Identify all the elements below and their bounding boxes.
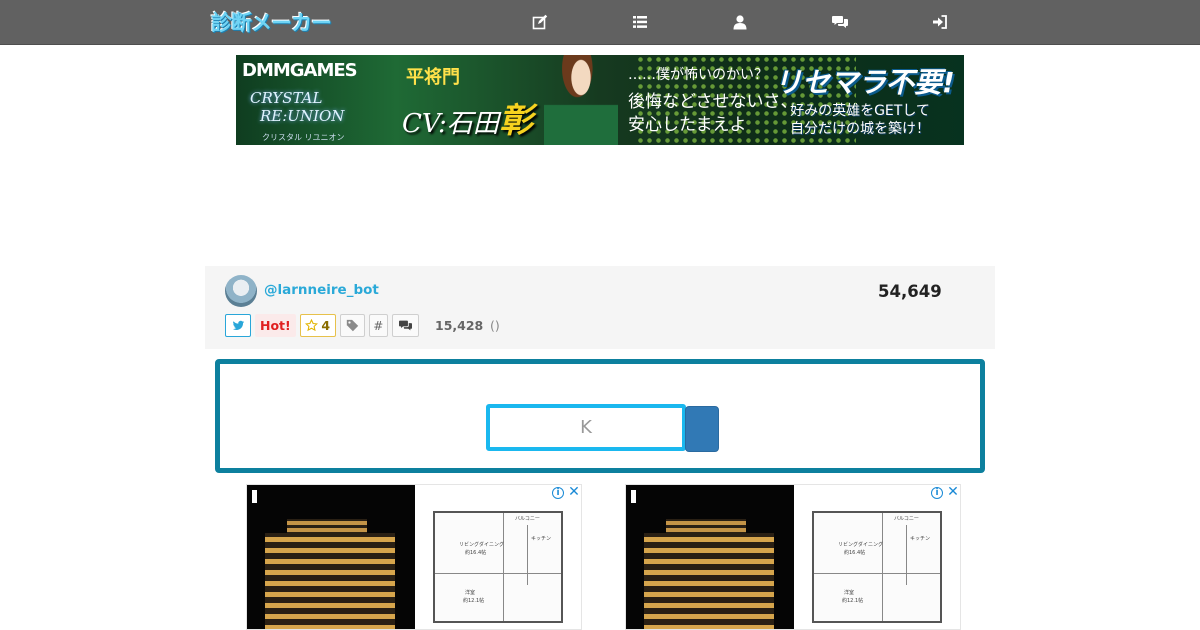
- plan-line: [814, 573, 940, 574]
- plan-label-balcony: バルコニー: [894, 516, 919, 522]
- banner-ad[interactable]: DMMGAMES CRYSTAL RE:UNION クリスタル リユニオン 平将…: [236, 55, 964, 145]
- adchoices-info-icon[interactable]: i: [931, 487, 943, 499]
- banner-character-name: 平将門: [406, 67, 460, 88]
- hashtag-button[interactable]: #: [368, 314, 388, 337]
- banner-catchphrase: リセマラ不要!: [774, 66, 955, 99]
- ad-marker: [252, 490, 257, 503]
- banner-cv-accent: 彰: [498, 101, 533, 141]
- top-navbar: 診断メーカー: [0, 0, 1200, 45]
- sign-in-icon: [933, 15, 947, 29]
- ad-marker: [631, 490, 636, 503]
- display-ad-left[interactable]: リビングダイニング 約16.4帖 キッチン 洋室 約12.1帖 バルコニー i …: [246, 484, 582, 630]
- adchoices-info-icon[interactable]: i: [552, 487, 564, 499]
- ad-building-photo: [247, 485, 415, 629]
- ad-close-icon[interactable]: ✕: [946, 485, 960, 499]
- plan-label-living-size: 約16.4帖: [465, 550, 487, 556]
- banner-quote-line2: 後悔などさせないさ、: [628, 92, 798, 112]
- diagnosis-tags: Hot! 4 #: [225, 314, 423, 337]
- plan-label-room-size: 約12.1帖: [842, 598, 864, 604]
- plan-label-room-size: 約12.1帖: [463, 598, 485, 604]
- comments-icon: [398, 320, 412, 331]
- plan-line: [527, 525, 528, 585]
- plan-outer-wall: [812, 511, 942, 623]
- ad-floor-plan: リビングダイニング 約16.4帖 キッチン 洋室 約12.1帖 バルコニー: [415, 485, 581, 629]
- plan-label-kitchen: キッチン: [910, 536, 931, 542]
- comments-button[interactable]: [829, 11, 851, 33]
- star-icon: [305, 319, 319, 332]
- plan-outer-wall: [433, 511, 563, 623]
- site-logo[interactable]: 診断メーカー: [211, 7, 332, 37]
- diagnosis-list-button[interactable]: [629, 11, 651, 33]
- avatar[interactable]: [225, 275, 257, 307]
- ad-close-icon[interactable]: ✕: [567, 485, 581, 499]
- display-ad-right[interactable]: リビングダイニング 約16.4帖 キッチン 洋室 約12.1帖 バルコニー i …: [625, 484, 961, 630]
- ad-floor-plan: リビングダイニング 約16.4帖 キッチン 洋室 約12.1帖 バルコニー: [794, 485, 960, 629]
- diagnosis-form: [215, 359, 985, 473]
- tag-button[interactable]: [339, 314, 365, 337]
- plan-line: [906, 525, 907, 585]
- diagnosis-info-panel: @larnneire_bot 54,649 Hot! 4 # 15,428 (): [205, 266, 995, 349]
- banner-cv: CV:石田彰: [402, 93, 533, 142]
- plan-label-living: リビングダイニング: [838, 542, 884, 548]
- create-diagnosis-button[interactable]: [529, 11, 551, 33]
- banner-catch-sub-line2: 自分だけの城を築け！: [790, 121, 930, 137]
- hot-badge: Hot!: [255, 314, 296, 337]
- banner-quote-line1: ……僕が怖いのかい？: [628, 67, 768, 83]
- banner-catch-sub-line1: 好みの英雄をGETして: [790, 103, 930, 119]
- banner-game-subtitle: クリスタル リユニオン: [262, 133, 345, 142]
- banner-cv-prefix: CV:: [402, 109, 447, 139]
- plan-label-kitchen: キッチン: [531, 536, 552, 542]
- comments-chip[interactable]: [391, 314, 419, 337]
- banner-game-title-line2: RE:UNION: [260, 107, 345, 125]
- list-icon: [633, 16, 647, 28]
- plan-line: [882, 513, 883, 621]
- twitter-icon: [232, 320, 244, 331]
- banner-quote: 後悔などさせないさ、 安心したまえよ: [628, 91, 798, 137]
- stat-count: 15,428: [435, 318, 484, 333]
- diagnosis-count: 54,649: [878, 282, 942, 301]
- banner-catch-sub: 好みの英雄をGETして 自分だけの城を築け！: [790, 102, 930, 138]
- plan-label-living-size: 約16.4帖: [844, 550, 866, 556]
- ad-building: [644, 533, 774, 629]
- banner-brand: DMMGAMES: [242, 60, 358, 81]
- favorite-button[interactable]: 4: [299, 314, 336, 337]
- diagnose-submit-button[interactable]: [685, 406, 719, 452]
- ad-building: [265, 533, 395, 629]
- author-username[interactable]: @larnneire_bot: [264, 282, 379, 298]
- favorite-count: 4: [321, 318, 331, 333]
- name-input[interactable]: [486, 404, 686, 451]
- plan-line: [503, 513, 504, 621]
- stat-paren: (): [490, 318, 500, 333]
- user-icon: [733, 15, 747, 30]
- comments-icon: [832, 16, 848, 28]
- edit-icon: [532, 14, 548, 30]
- plan-label-balcony: バルコニー: [515, 516, 540, 522]
- plan-label-living: リビングダイニング: [459, 542, 505, 548]
- plan-line: [435, 573, 561, 574]
- mypage-button[interactable]: [729, 11, 751, 33]
- plan-label-room: 洋室: [465, 590, 476, 596]
- banner-character-illustration: [544, 55, 618, 145]
- banner-quote-line3: 安心したまえよ: [628, 115, 747, 135]
- banner-game-title-line1: CRYSTAL: [250, 89, 323, 107]
- login-button[interactable]: [929, 11, 951, 33]
- banner-cv-name: 石田: [446, 109, 499, 139]
- ad-building-photo: [626, 485, 794, 629]
- banner-game-title: CRYSTAL RE:UNION: [250, 89, 344, 125]
- tag-icon: [346, 319, 358, 332]
- tweet-button[interactable]: [225, 314, 251, 337]
- plan-label-room: 洋室: [844, 590, 855, 596]
